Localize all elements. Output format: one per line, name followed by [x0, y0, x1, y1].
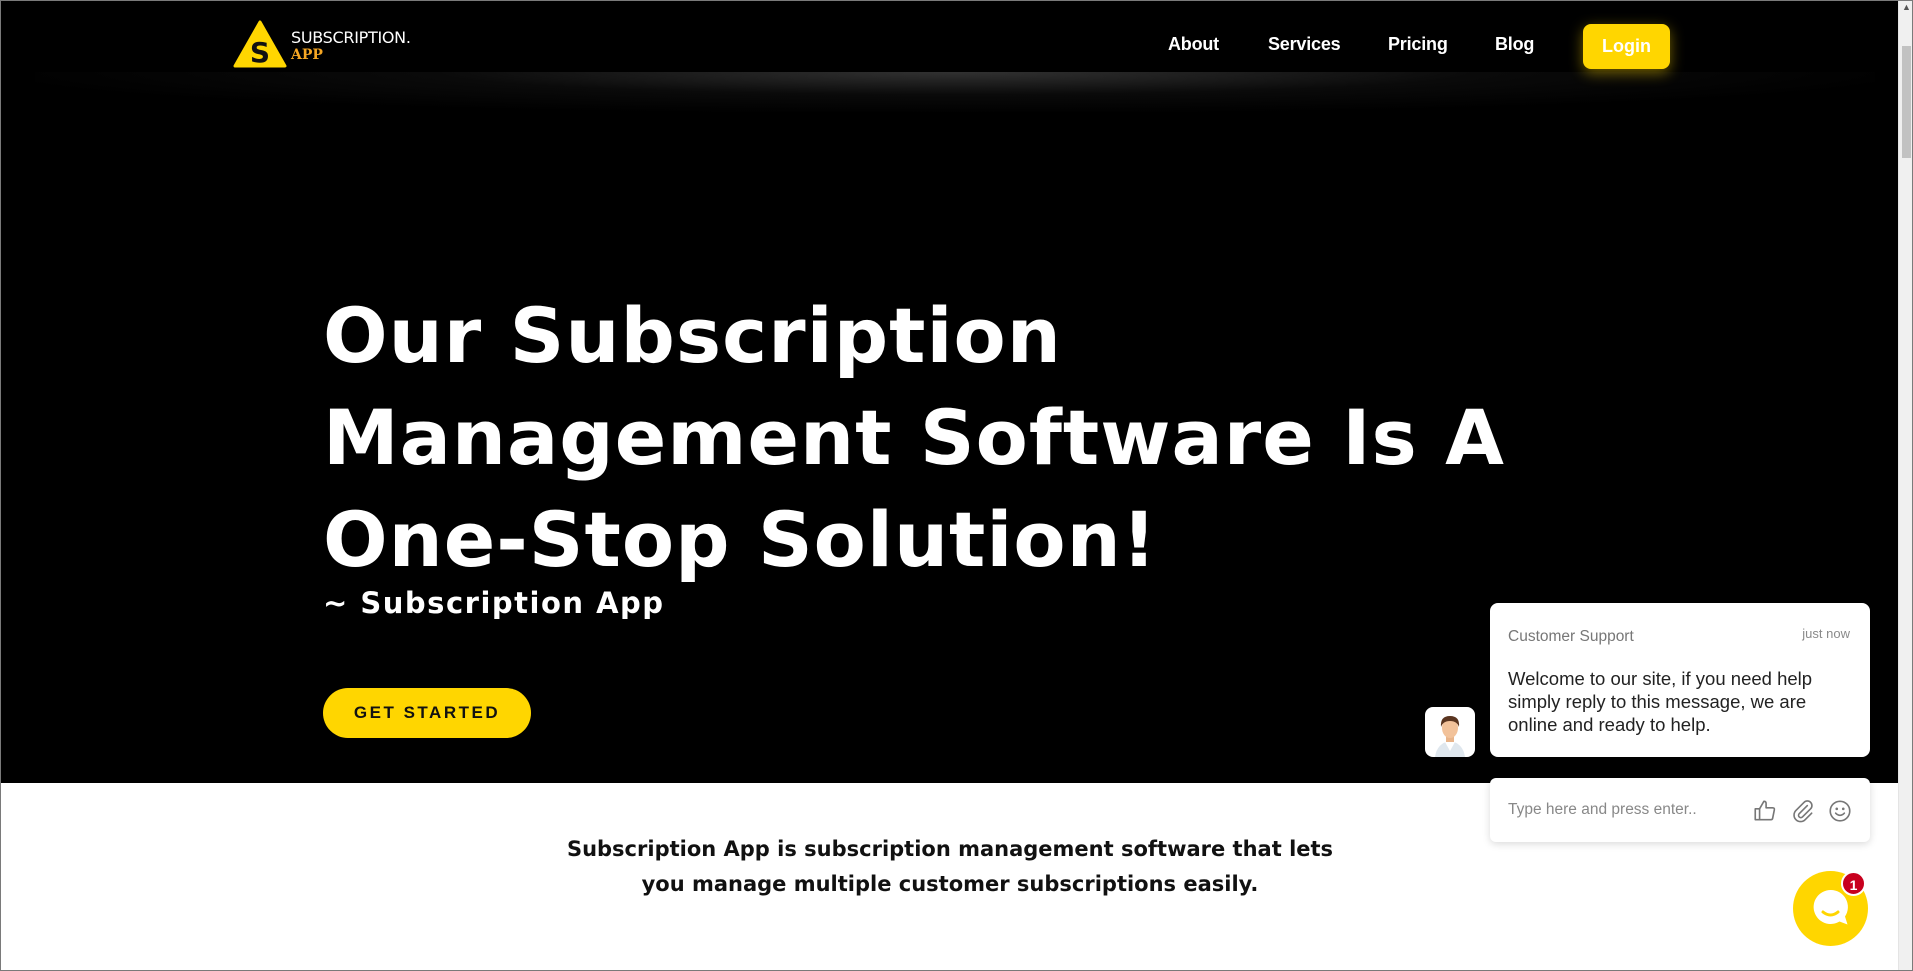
login-button[interactable]: Login: [1583, 24, 1670, 69]
intro-text: Subscription App is subscription managem…: [566, 837, 1334, 896]
scroll-thumb[interactable]: [1902, 46, 1911, 158]
nav-link-blog[interactable]: Blog: [1495, 34, 1534, 55]
chat-message: Welcome to our site, if you need help si…: [1508, 668, 1813, 735]
smiley-icon[interactable]: [1827, 798, 1853, 824]
chat-message-card: Customer Support just now Welcome to our…: [1490, 603, 1870, 757]
chat-message-input[interactable]: [1508, 798, 1708, 822]
chat-timestamp: just now: [1802, 626, 1850, 641]
paperclip-icon[interactable]: [1790, 798, 1816, 824]
thumbs-up-icon[interactable]: [1752, 798, 1778, 824]
header-glow: [35, 72, 1875, 112]
nav-link-pricing[interactable]: Pricing: [1388, 34, 1448, 55]
get-started-button[interactable]: GET STARTED: [323, 688, 531, 738]
nav-link-services[interactable]: Services: [1268, 34, 1341, 55]
hero-subtitle: ~ Subscription App: [323, 586, 665, 620]
chat-input-bar: [1490, 778, 1870, 842]
scroll-up-arrow-icon[interactable]: ▲: [1901, 2, 1912, 14]
chat-sender: Customer Support: [1508, 628, 1634, 645]
agent-avatar-icon: [1435, 716, 1465, 757]
page-scrollbar[interactable]: ▲: [1898, 0, 1913, 971]
hero-title: Our Subscription Management Software Is …: [323, 291, 1505, 584]
support-agent-avatar: [1425, 707, 1475, 757]
unread-badge: 1: [1841, 871, 1866, 896]
site-header: S SUBSCRIPTION. APP About Services Prici…: [0, 0, 1898, 112]
nav-link-about[interactable]: About: [1168, 34, 1219, 55]
